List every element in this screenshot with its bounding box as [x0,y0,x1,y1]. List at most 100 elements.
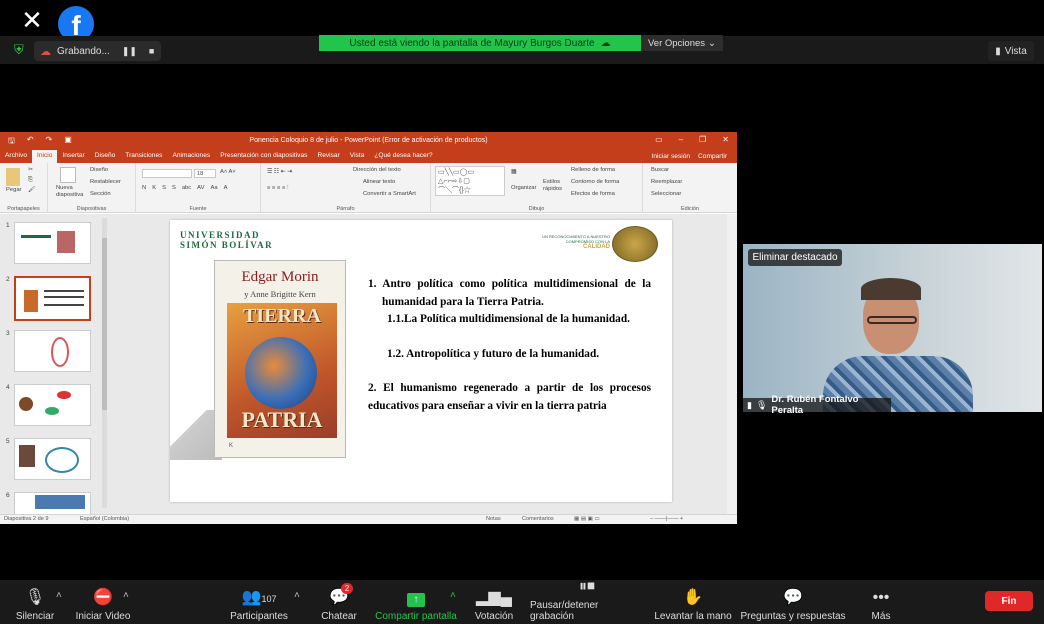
minimize-icon[interactable]: – [679,135,683,144]
tab-vista[interactable]: Vista [345,150,370,163]
cover-title-top: TIERRA [243,305,321,327]
scrollbar-thumb[interactable] [102,238,107,410]
underline-button[interactable]: S [162,185,166,191]
book-cover: Edgar Morin y Anne Brigitte Kern TIERRA … [214,260,346,458]
align-text-button[interactable]: Alinear texto [363,179,395,185]
ribbon-display-icon[interactable]: ▭ [655,135,663,144]
tab-inicio[interactable]: Inicio [32,150,58,163]
format-painter-icon[interactable]: 🖌 [28,187,35,193]
group-edicion: Buscar Reemplazar Seleccionar Edición [643,163,737,213]
grow-font-icon[interactable]: A˄ A˅ [220,169,236,175]
font-color-button[interactable]: A [224,185,228,191]
video-options-chevron-icon[interactable]: ˄ [123,590,129,601]
slide-thumbnail-3[interactable] [14,330,91,372]
shape-fill-button[interactable]: Relleno de forma [571,167,615,173]
signin-link[interactable]: Iniciar sesión [652,151,690,163]
bold-button[interactable]: N [142,185,146,191]
comments-button[interactable]: Comentarios [522,516,554,522]
audio-options-chevron-icon[interactable]: ˄ [56,590,62,601]
new-slide-icon[interactable] [60,167,76,183]
shape-outline-button[interactable]: Contorno de forma [571,179,619,185]
more-button[interactable]: ••• Más [862,582,900,622]
slide-thumbnail-5[interactable] [14,438,91,480]
qa-button[interactable]: 💬 Preguntas y respuestas [740,582,846,622]
mute-button[interactable]: 🎙 Silenciar [10,582,60,622]
participants-count: 107 [261,594,277,604]
thumb-cycle [45,447,79,473]
view-buttons[interactable]: ▦ ▤ ▣ ▭ [574,516,600,522]
remove-spotlight-button[interactable]: Eliminar destacado [748,249,842,266]
chat-button[interactable]: 💬 Chatear [318,582,360,622]
find-button[interactable]: Buscar [651,167,669,173]
share-screen-button[interactable]: ↑ Compartir pantalla [372,582,460,622]
university-logo: UNIVERSIDAD SIMÓN BOLÍVAR [180,230,273,250]
view-options-button[interactable]: Ver Opciones ⌄ [641,35,723,51]
close-window-icon[interactable]: ✕ [722,135,729,144]
select-button[interactable]: Seleccionar [651,191,681,197]
align-icons[interactable]: ≡ ≡ ≡ ≡ ⫶ [267,185,288,192]
italic-button[interactable]: K [152,185,156,191]
raise-hand-button[interactable]: ✋ Levantar la mano [654,582,732,622]
pause-recording-icon[interactable]: ❚❚ [122,46,137,57]
arrange-icon[interactable]: ▦ [511,169,516,175]
pause-recording-button[interactable]: ⏸⏹ Pausar/detener grabación [530,578,644,622]
paste-icon[interactable] [6,168,20,186]
slide-thumbnail-1[interactable] [14,222,91,264]
start-video-button[interactable]: ⛔ Iniciar Video [72,582,134,622]
participants-button[interactable]: 👥107 Participantes [228,582,290,622]
editor-scrollbar[interactable] [727,214,737,514]
smartart-button[interactable]: Convertir a SmartArt [363,191,416,197]
chat-badge: 2 [341,583,353,594]
slide-canvas[interactable]: UNIVERSIDAD SIMÓN BOLÍVAR UN RECONOCIMIE… [170,220,672,502]
shadow-button[interactable]: S [172,185,176,191]
notes-button[interactable]: Notas [486,516,501,522]
share-options-chevron-icon[interactable]: ˄ [450,590,456,601]
shapes-gallery[interactable]: ▭╲╲▭◯▭ △⌐⌐⇨⇩▢ ⌒╲⌒{}☆ [435,166,505,196]
strikethrough-button[interactable]: abc [182,185,191,191]
quick-styles-button[interactable]: Estilos rápidos [543,179,569,193]
tab-presentacion[interactable]: Presentación con diapositivas [215,150,312,163]
zoom-slider[interactable]: – ——|—— + [650,516,683,522]
globe-icon [245,337,317,409]
replace-button[interactable]: Reemplazar [651,179,682,185]
view-label: Vista [1004,45,1027,57]
text-direction-button[interactable]: Dirección del texto [353,167,401,173]
tab-diseno[interactable]: Diseño [90,150,121,163]
share-button[interactable]: Compartir [698,151,727,163]
poll-button[interactable]: ▂▆▄ Votación [472,582,516,622]
reset-button[interactable]: Restablecer [90,179,121,185]
section-button[interactable]: Sección [90,191,111,197]
view-button[interactable]: ▮ Vista [988,41,1034,61]
thumb-text-bar [44,296,84,298]
end-meeting-button[interactable]: Fin [985,591,1033,611]
participants-icon: 👥107 [241,589,277,606]
new-slide-label[interactable]: Nueva diapositiva [56,185,83,199]
layout-button[interactable]: Diseño [90,167,108,173]
case-button[interactable]: Aa [210,185,217,191]
book-author: Edgar Morin [241,269,319,285]
participants-chevron-icon[interactable]: ˄ [294,590,300,601]
cloud-icon: ☁ [600,37,611,49]
language-indicator[interactable]: Español (Colombia) [80,516,129,522]
cut-icon[interactable]: ✂ [28,167,33,173]
spacing-button[interactable]: AV [197,185,204,191]
tab-revisar[interactable]: Revisar [312,150,344,163]
stop-recording-icon[interactable]: ■ [149,46,154,56]
tab-archivo[interactable]: Archivo [0,150,32,163]
tab-transiciones[interactable]: Transiciones [120,150,167,163]
thumbnail-scrollbar[interactable] [102,218,107,508]
copy-icon[interactable]: ⎘ [28,177,33,184]
close-icon[interactable]: ✕ [18,6,46,34]
bullets-icon[interactable]: ☰ ☷ ⇤ ⇥ [267,169,292,175]
font-name-box[interactable] [142,169,192,178]
slide-thumbnail-4[interactable] [14,384,91,426]
shape-effects-button[interactable]: Efectos de forma [571,191,615,197]
tab-animaciones[interactable]: Animaciones [167,150,215,163]
organize-button[interactable]: Organizar [511,185,536,191]
security-shield-icon[interactable]: ⛨ [14,43,28,57]
font-size-box[interactable]: 18 [194,169,216,178]
maximize-icon[interactable]: ❐ [699,135,706,144]
tell-me-box[interactable]: ¿Qué desea hacer? [369,150,437,163]
slide-thumbnail-2[interactable] [14,276,91,321]
tab-insertar[interactable]: Insertar [57,150,89,163]
